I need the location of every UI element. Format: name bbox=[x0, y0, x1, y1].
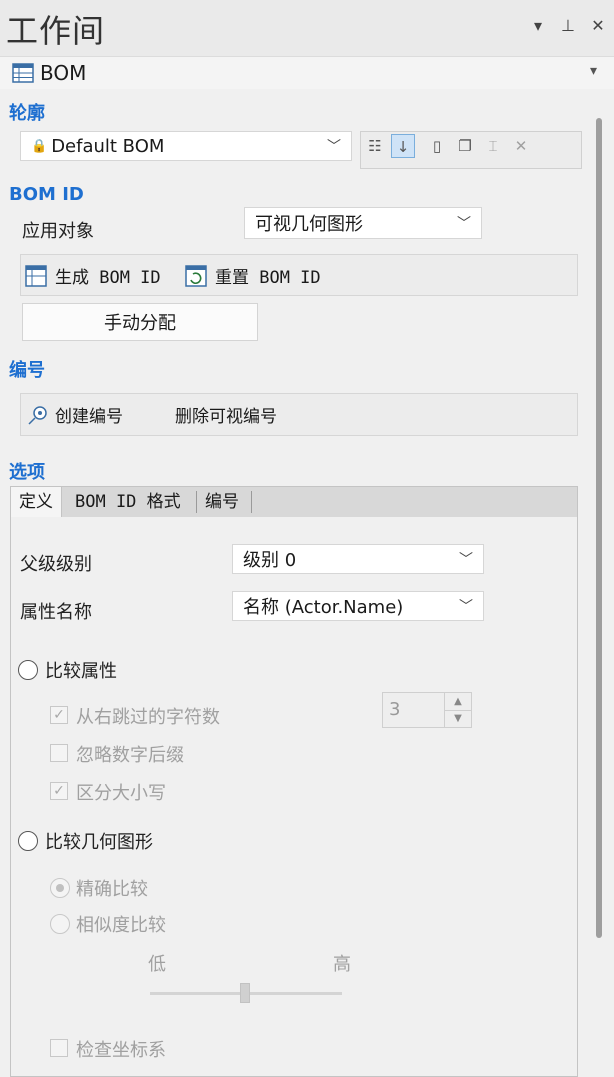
options-section-title: 选项 bbox=[9, 462, 45, 483]
skip-chars-checkbox[interactable]: ✓ bbox=[50, 706, 68, 724]
similarity-compare-label: 相似度比较 bbox=[76, 915, 166, 936]
parent-level-select[interactable]: 级别 0 ﹀ bbox=[232, 544, 484, 574]
panel-header[interactable]: BOM ▾ bbox=[0, 57, 614, 89]
window-title: 工作间 bbox=[6, 12, 106, 50]
apply-object-value: 可视几何图形 bbox=[255, 214, 363, 235]
close-icon[interactable]: ✕ bbox=[588, 16, 608, 35]
balloon-icon bbox=[28, 405, 47, 425]
numbering-actions: 创建编号 删除可视编号 bbox=[20, 393, 578, 436]
similarity-slider-thumb[interactable] bbox=[240, 983, 250, 1003]
exact-compare-label: 精确比较 bbox=[76, 879, 148, 900]
numbering-section-title: 编号 bbox=[9, 360, 45, 381]
bom-outline-value: Default BOM bbox=[51, 135, 165, 157]
table-icon bbox=[12, 63, 34, 83]
attr-name-label: 属性名称 bbox=[20, 602, 92, 623]
attr-name-value: 名称 (Actor.Name) bbox=[243, 597, 404, 618]
tab-bom-id-format[interactable]: BOM ID 格式 bbox=[67, 487, 189, 517]
create-numbering-button[interactable]: 创建编号 bbox=[27, 402, 123, 427]
check-coord-checkbox[interactable] bbox=[50, 1039, 68, 1057]
reset-table-icon bbox=[185, 264, 207, 287]
vertical-scrollbar[interactable] bbox=[596, 118, 602, 938]
spinner-up-icon[interactable]: ▲ bbox=[445, 693, 471, 711]
panel-menu-icon[interactable]: ▾ bbox=[528, 16, 548, 35]
spinner-buttons[interactable]: ▲ ▼ bbox=[444, 693, 471, 727]
chevron-down-icon: ﹀ bbox=[459, 599, 473, 615]
compare-attr-label: 比较属性 bbox=[45, 661, 117, 682]
delete-icon[interactable]: ✕ bbox=[509, 134, 533, 158]
sort-icon[interactable]: ↓ bbox=[391, 134, 415, 158]
outline-section-title: 轮廓 bbox=[9, 103, 45, 124]
case-sensitive-checkbox[interactable]: ✓ bbox=[50, 782, 68, 800]
skip-chars-value: 3 bbox=[389, 699, 401, 720]
bom-id-actions: 生成 BOM ID 重置 BOM ID bbox=[20, 254, 578, 296]
apply-object-select[interactable]: 可视几何图形 ﹀ bbox=[244, 207, 482, 239]
compare-attr-radio[interactable] bbox=[18, 660, 38, 680]
lock-icon: 🔒 bbox=[31, 138, 48, 154]
generate-bom-id-label: 生成 BOM ID bbox=[55, 268, 161, 288]
radio-dot bbox=[56, 884, 64, 892]
spinner-down-icon[interactable]: ▼ bbox=[445, 711, 471, 727]
parent-level-label: 父级级别 bbox=[20, 554, 92, 575]
check-coord-label: 检查坐标系 bbox=[76, 1040, 166, 1061]
delete-visible-numbering-button[interactable]: 删除可视编号 bbox=[175, 402, 277, 427]
options-tabs: 定义 BOM ID 格式 编号 bbox=[10, 486, 578, 518]
attr-name-select[interactable]: 名称 (Actor.Name) ﹀ bbox=[232, 591, 484, 621]
compare-geom-label: 比较几何图形 bbox=[45, 832, 153, 853]
apply-object-label: 应用对象 bbox=[22, 221, 94, 242]
generate-bom-id-button[interactable]: 生成 BOM ID bbox=[25, 263, 161, 288]
slider-low-label: 低 bbox=[148, 954, 166, 975]
case-sensitive-label: 区分大小写 bbox=[76, 783, 166, 804]
bom-id-section-title: BOM ID bbox=[9, 184, 84, 205]
new-document-icon[interactable]: ▯ bbox=[425, 134, 449, 158]
skip-chars-label: 从右跳过的字符数 bbox=[76, 707, 220, 728]
similarity-compare-radio[interactable] bbox=[50, 914, 70, 934]
tab-numbering[interactable]: 编号 bbox=[197, 487, 247, 517]
slider-high-label: 高 bbox=[333, 954, 351, 975]
chevron-down-icon: ﹀ bbox=[457, 216, 471, 232]
ignore-suffix-checkbox[interactable] bbox=[50, 744, 68, 762]
manual-assign-button[interactable]: 手动分配 bbox=[22, 303, 258, 341]
table-icon bbox=[25, 264, 47, 287]
exact-compare-radio[interactable] bbox=[50, 878, 70, 898]
panel-dropdown-icon[interactable]: ▾ bbox=[590, 63, 597, 79]
outline-toolbar: ☷ ↓ ▯ ❐ ⌶ ✕ bbox=[360, 131, 582, 169]
reset-bom-id-label: 重置 BOM ID bbox=[215, 268, 321, 288]
skip-chars-spinner[interactable]: 3 ▲ ▼ bbox=[382, 692, 472, 728]
pin-icon[interactable]: ⊥ bbox=[558, 16, 578, 35]
parent-level-value: 级别 0 bbox=[243, 550, 297, 571]
bom-outline-select[interactable]: 🔒 Default BOM ﹀ bbox=[20, 131, 352, 161]
copy-icon[interactable]: ❐ bbox=[453, 134, 477, 158]
rename-icon[interactable]: ⌶ bbox=[481, 134, 505, 158]
reset-bom-id-button[interactable]: 重置 BOM ID bbox=[185, 263, 321, 288]
ignore-suffix-label: 忽略数字后缀 bbox=[76, 745, 184, 766]
chevron-down-icon: ﹀ bbox=[459, 552, 473, 568]
tab-separator bbox=[251, 491, 252, 513]
panel-title: BOM bbox=[40, 61, 87, 85]
tab-definition[interactable]: 定义 bbox=[11, 487, 62, 517]
compare-geom-radio[interactable] bbox=[18, 831, 38, 851]
list-view-icon[interactable]: ☷ bbox=[363, 134, 387, 158]
chevron-down-icon: ﹀ bbox=[327, 139, 341, 155]
create-numbering-label: 创建编号 bbox=[55, 407, 123, 427]
